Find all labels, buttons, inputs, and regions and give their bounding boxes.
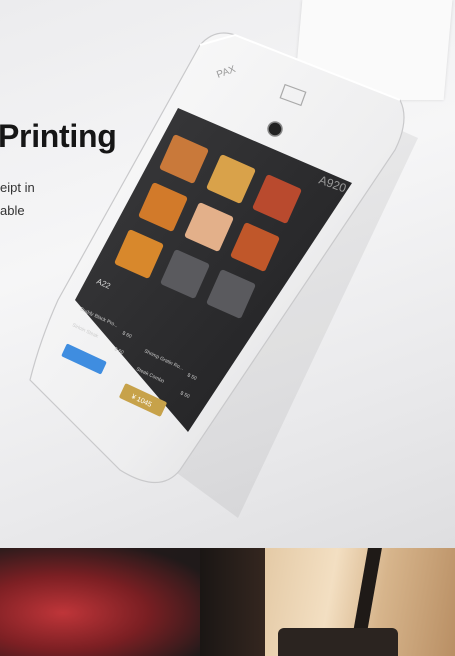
restaurant-photo [0,548,455,656]
product-hero: Printing eipt in able PAX A920 A22 Buddy… [0,0,455,548]
camera-icon [267,121,283,137]
apron [278,628,398,656]
tablecloth-area [0,548,210,656]
page: Printing eipt in able PAX A920 A22 Buddy… [0,0,455,656]
pos-terminal-illustration: PAX A920 A22 Buddy Black Pro... $ 60 Sir… [29,32,418,518]
